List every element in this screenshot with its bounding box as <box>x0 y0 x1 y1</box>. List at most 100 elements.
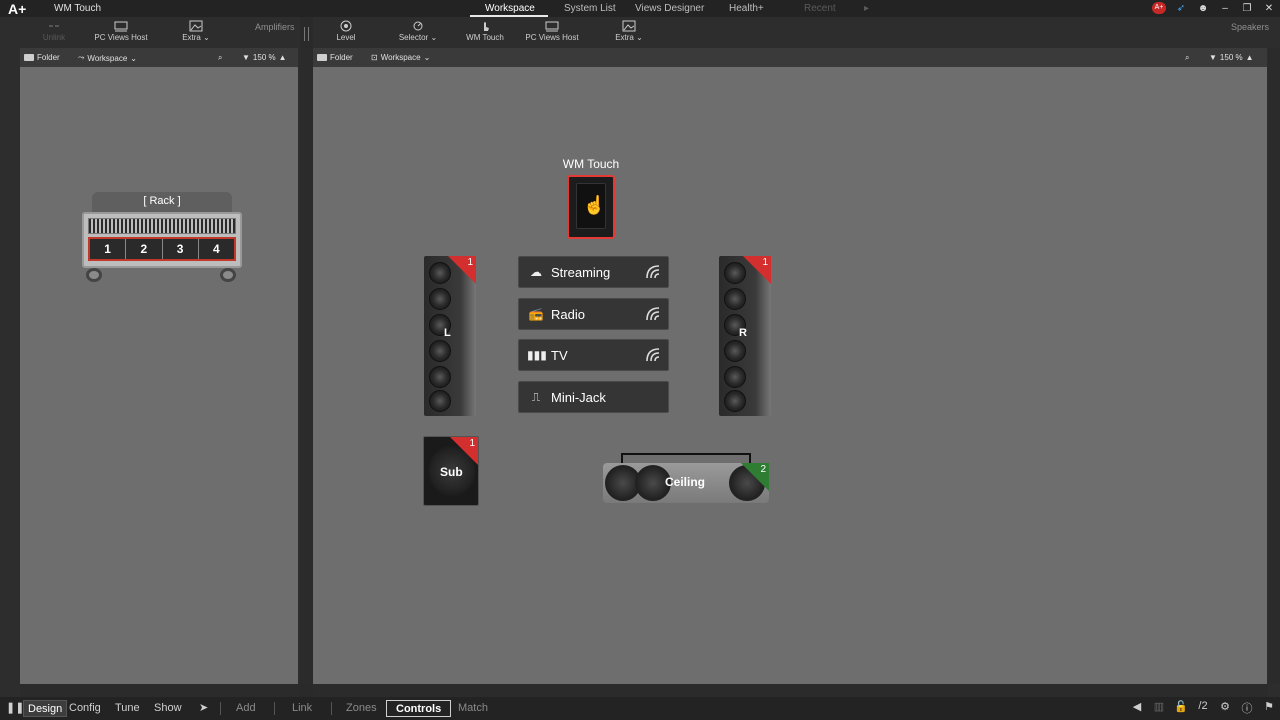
extra-button-right[interactable]: Extra ⌄ <box>607 17 651 48</box>
left-horizontal-scrollbar[interactable] <box>20 684 300 697</box>
chevron-down-icon: ⌄ <box>636 33 643 42</box>
main-tabs: Workspace System List Views Designer Hea… <box>470 0 884 17</box>
wm-touch-device[interactable]: ☝ <box>567 175 615 239</box>
rack-vent <box>88 218 236 234</box>
app-window: A+ WM Touch Workspace System List Views … <box>0 0 1280 720</box>
extra-button[interactable]: Extra ⌄ <box>174 17 218 48</box>
left-workspace-dropdown[interactable]: ⤳ Workspace ⌄ <box>78 53 137 63</box>
language-flag-icon[interactable]: ⚑ <box>1262 700 1276 716</box>
source-label: Radio <box>551 306 585 322</box>
left-zoom-fit-button[interactable]: ⌕ <box>218 53 222 63</box>
wm-touch-button[interactable]: WM Touch <box>463 17 507 48</box>
mode-config-button[interactable]: Config <box>65 700 105 717</box>
speakers-canvas[interactable]: WM Touch ☝ ☁ Streaming 📻 Radio ▮▮▮ TV ⎍ … <box>313 67 1267 684</box>
speaker-ceiling[interactable]: Ceiling 2 <box>603 463 769 503</box>
folder-label: Folder <box>330 53 353 62</box>
signal-arc-icon <box>646 348 660 362</box>
restore-icon[interactable]: ❐ <box>1240 3 1254 14</box>
rack-wheel-icon <box>86 268 102 282</box>
zoom-out-icon[interactable]: ▼ <box>242 53 250 62</box>
zoom-out-icon[interactable]: ▼ <box>1209 53 1217 62</box>
minimize-icon[interactable]: – <box>1218 3 1232 14</box>
tab-recent[interactable]: Recent <box>804 0 864 17</box>
source-radio-button[interactable]: 📻 Radio <box>518 298 669 330</box>
title-bar: A+ WM Touch Workspace System List Views … <box>0 0 1280 17</box>
speaker-cone-icon <box>429 340 451 362</box>
rack-slot-1[interactable]: 1 <box>90 239 127 259</box>
level-button[interactable]: Level <box>331 17 361 48</box>
tab-workspace[interactable]: Workspace <box>470 0 548 17</box>
bottom-right-icons: ◀ ▥ 🔓 /2 ⚙ ⓘ ⚑ <box>1130 700 1276 716</box>
speaker-cone-icon <box>724 390 746 412</box>
speaker-left[interactable]: L 1 <box>424 256 476 416</box>
rack-device[interactable]: [ Rack ] 1 2 3 4 <box>82 192 242 287</box>
user-icon[interactable]: ☻ <box>1196 3 1210 14</box>
speaker-volume-icon[interactable]: ◀ <box>1130 700 1144 716</box>
trash-icon[interactable]: ▥ <box>1152 700 1166 716</box>
selector-button[interactable]: Selector ⌄ <box>393 17 443 48</box>
match-button[interactable]: Match <box>454 700 492 717</box>
tab-views-designer[interactable]: Views Designer <box>630 0 724 17</box>
link-button[interactable]: Link <box>288 700 316 717</box>
zoom-in-icon[interactable]: ▲ <box>279 53 287 62</box>
close-icon[interactable]: ✕ <box>1262 3 1276 14</box>
grip-icon[interactable] <box>304 27 309 41</box>
mode-design-button[interactable]: Design <box>23 700 68 717</box>
mode-tune-button[interactable]: Tune <box>111 700 144 717</box>
zones-button[interactable]: Zones <box>342 700 381 717</box>
mode-show-button[interactable]: Show <box>150 700 186 717</box>
divider <box>220 702 221 715</box>
right-horizontal-scrollbar[interactable] <box>313 684 1268 697</box>
amplifiers-canvas[interactable]: [ Rack ] 1 2 3 4 <box>20 67 298 684</box>
rack-slot-3[interactable]: 3 <box>162 239 199 259</box>
waveform-icon: ▮▮▮ <box>527 348 547 362</box>
speaker-label: L <box>444 327 451 339</box>
pc-views-host-icon <box>545 21 559 32</box>
left-vertical-scrollbar[interactable] <box>300 48 312 684</box>
pointer-icon[interactable]: ➤ <box>195 700 212 717</box>
image-icon <box>622 20 636 32</box>
source-tv-button[interactable]: ▮▮▮ TV <box>518 339 669 371</box>
rack-slot-4[interactable]: 4 <box>198 239 234 259</box>
controls-button[interactable]: Controls <box>386 700 452 717</box>
left-folder-button[interactable]: Folder <box>24 53 60 62</box>
tab-health[interactable]: Health+ <box>724 0 804 17</box>
rack-slot-2[interactable]: 2 <box>126 239 163 259</box>
speaker-sub[interactable]: Sub 1 <box>423 436 479 506</box>
right-zoom-control[interactable]: ▼ 150 % ▲ <box>1209 53 1254 62</box>
left-zoom-control[interactable]: ▼ 150 % ▲ <box>242 53 287 62</box>
unlink-button[interactable]: Unlink <box>38 17 70 48</box>
unlink-label: Unlink <box>42 33 66 42</box>
right-folder-button[interactable]: Folder <box>317 53 353 62</box>
left-strip <box>0 48 20 684</box>
right-workspace-dropdown[interactable]: ⊡ Workspace ⌄ <box>371 53 430 62</box>
right-zoom-fit-button[interactable]: ⌕ <box>1185 53 1189 63</box>
speaker-label: R <box>739 327 747 339</box>
signal-arc-icon <box>646 307 660 321</box>
bottom-bar: ❚❚ Design Config Tune Show ➤ Add Link Zo… <box>0 697 1280 720</box>
speaker-right[interactable]: R 1 <box>719 256 771 416</box>
tab-system-list[interactable]: System List <box>548 0 630 17</box>
speaker-label: Sub <box>440 465 463 479</box>
left-panel-header: Folder ⤳ Workspace ⌄ ⌕ ▼ 150 % ▲ <box>20 48 298 67</box>
zoom-in-icon[interactable]: ▲ <box>1246 53 1254 62</box>
add-button[interactable]: Add <box>232 700 260 717</box>
rocket-icon[interactable]: ➶ <box>1174 3 1188 14</box>
app-logo: A+ <box>8 1 27 17</box>
pc-views-host-button[interactable]: PC Views Host <box>92 17 150 48</box>
lock-icon[interactable]: 🔓 <box>1174 700 1188 716</box>
left-toolbar: Unlink PC Views Host Extra ⌄ Amplifiers <box>0 17 300 48</box>
info-icon[interactable]: ⓘ <box>1240 700 1254 716</box>
source-label: Streaming <box>551 264 611 280</box>
speaker-cone-icon <box>429 288 451 310</box>
pc-views-host-button-right[interactable]: PC Views Host <box>523 17 581 48</box>
tab-forward-icon[interactable]: ▸ <box>864 0 884 17</box>
rack-wheel-icon <box>220 268 236 282</box>
right-vertical-scrollbar[interactable] <box>1268 48 1280 684</box>
account-badge-icon[interactable]: A+ <box>1152 2 1166 14</box>
pc-views-host-label: PC Views Host <box>94 33 148 42</box>
source-mini-jack-button[interactable]: ⎍ Mini-Jack <box>518 381 669 413</box>
source-streaming-button[interactable]: ☁ Streaming <box>518 256 669 288</box>
settings-gear-icon[interactable]: ⚙ <box>1218 700 1232 716</box>
rack-slots: 1 2 3 4 <box>88 237 236 261</box>
